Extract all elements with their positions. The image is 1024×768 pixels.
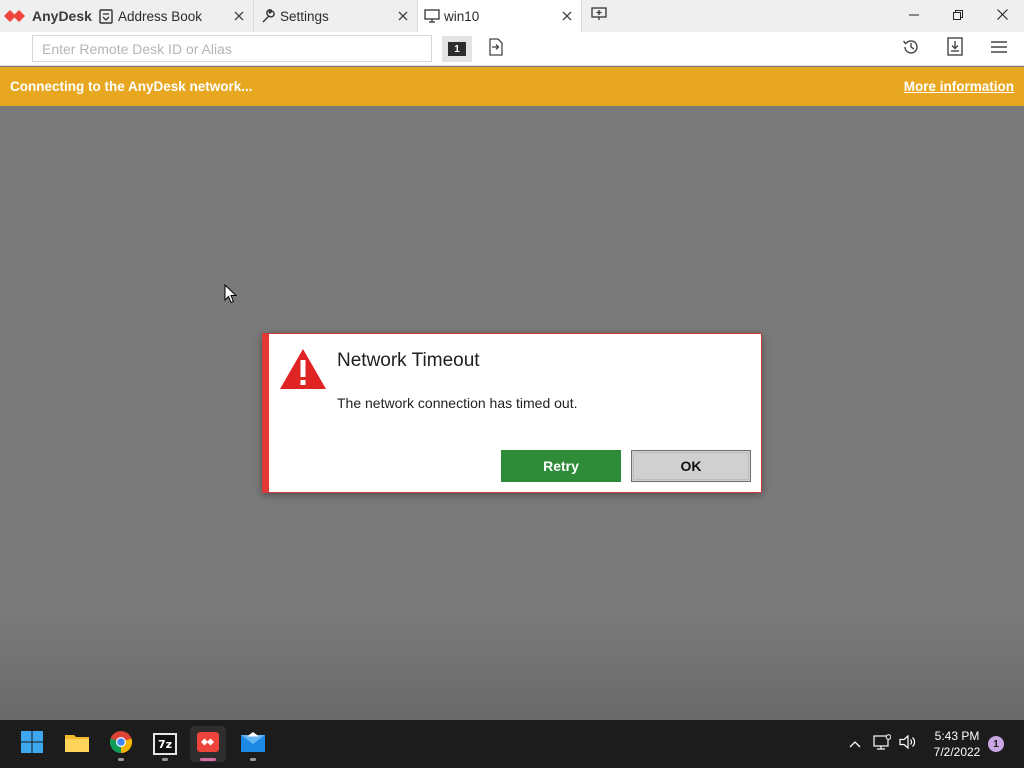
address-book-icon — [98, 8, 114, 24]
mail-icon — [240, 731, 266, 758]
close-icon[interactable] — [559, 8, 575, 24]
menu-icon — [990, 40, 1008, 59]
minimize-button[interactable] — [892, 0, 936, 32]
toolbar-actions — [896, 36, 1014, 62]
tab-settings[interactable]: Settings — [254, 0, 418, 32]
anydesk-taskbar-button[interactable] — [190, 726, 226, 762]
banner-message: Connecting to the AnyDesk network... — [10, 79, 253, 94]
download-icon — [947, 37, 963, 61]
main-menu-button[interactable] — [984, 36, 1014, 62]
chrome-icon — [109, 730, 133, 759]
tab-label: win10 — [444, 8, 480, 24]
file-explorer-icon — [64, 731, 90, 758]
monitor-count-badge: 1 — [448, 42, 466, 56]
more-information-link[interactable]: More information — [904, 79, 1014, 94]
start-icon — [20, 730, 44, 759]
connect-button[interactable] — [484, 37, 506, 61]
title-bar: AnyDesk Address Book Settings win10 — [0, 0, 1024, 32]
connect-arrow-icon — [487, 37, 503, 61]
dialog-message: The network connection has timed out. — [337, 395, 578, 411]
restore-button[interactable] — [936, 0, 980, 32]
mail-button[interactable] — [235, 726, 271, 762]
close-icon[interactable] — [231, 8, 247, 24]
running-indicator — [200, 758, 216, 761]
notification-badge[interactable]: 1 — [988, 736, 1004, 752]
network-timeout-dialog: Network Timeout The network connection h… — [262, 333, 762, 493]
window-controls — [892, 0, 1024, 32]
taskbar-clock[interactable]: 5:43 PM 7/2/2022 — [922, 728, 992, 760]
download-button[interactable] — [940, 36, 970, 62]
taskbar: 7z 5:43 PM 7/2/2022 — [0, 720, 1024, 768]
status-banner: Connecting to the AnyDesk network... Mor… — [0, 67, 1024, 106]
mouse-cursor-icon — [224, 283, 238, 309]
app-name: AnyDesk — [32, 8, 92, 24]
file-explorer-button[interactable] — [59, 726, 95, 762]
new-tab-button[interactable] — [582, 0, 616, 32]
warning-icon — [279, 347, 327, 391]
close-window-button[interactable] — [980, 0, 1024, 32]
close-icon — [996, 7, 1008, 25]
tab-label: Address Book — [118, 8, 203, 24]
monitor-select-button[interactable]: 1 — [442, 36, 472, 62]
speaker-icon — [899, 734, 917, 755]
running-indicator — [250, 758, 256, 761]
history-icon — [902, 38, 920, 61]
close-icon[interactable] — [395, 8, 411, 24]
monitor-icon — [424, 8, 440, 24]
7zip-icon: 7z — [153, 733, 177, 755]
dialog-accent-strip — [263, 334, 269, 492]
clock-time: 5:43 PM — [934, 729, 980, 743]
anydesk-logo-icon — [4, 9, 26, 23]
restore-icon — [953, 7, 963, 25]
retry-button[interactable]: Retry — [501, 450, 621, 482]
7zip-button[interactable]: 7z — [147, 726, 183, 762]
network-tray-button[interactable] — [870, 720, 894, 768]
app-brand: AnyDesk — [0, 0, 92, 32]
tab-address-book[interactable]: Address Book — [92, 0, 254, 32]
start-button[interactable] — [14, 726, 50, 762]
chrome-button[interactable] — [103, 726, 139, 762]
tab-win10[interactable]: win10 — [418, 0, 582, 32]
chevron-up-icon — [849, 735, 861, 753]
history-button[interactable] — [896, 36, 926, 62]
running-indicator — [118, 758, 124, 761]
anydesk-icon — [196, 731, 220, 758]
wrench-icon — [260, 8, 276, 24]
volume-tray-button[interactable] — [896, 720, 920, 768]
toolbar: 1 — [0, 32, 1024, 66]
show-hidden-icons-button[interactable] — [844, 720, 866, 768]
minimize-icon — [909, 7, 919, 25]
remote-address-input[interactable] — [32, 35, 432, 62]
running-indicator — [162, 758, 168, 761]
dialog-title: Network Timeout — [337, 350, 480, 371]
tab-label: Settings — [280, 8, 329, 24]
network-icon — [873, 733, 892, 755]
new-tab-icon — [591, 6, 607, 26]
ok-button[interactable]: OK — [631, 450, 751, 482]
clock-date: 7/2/2022 — [933, 745, 981, 759]
